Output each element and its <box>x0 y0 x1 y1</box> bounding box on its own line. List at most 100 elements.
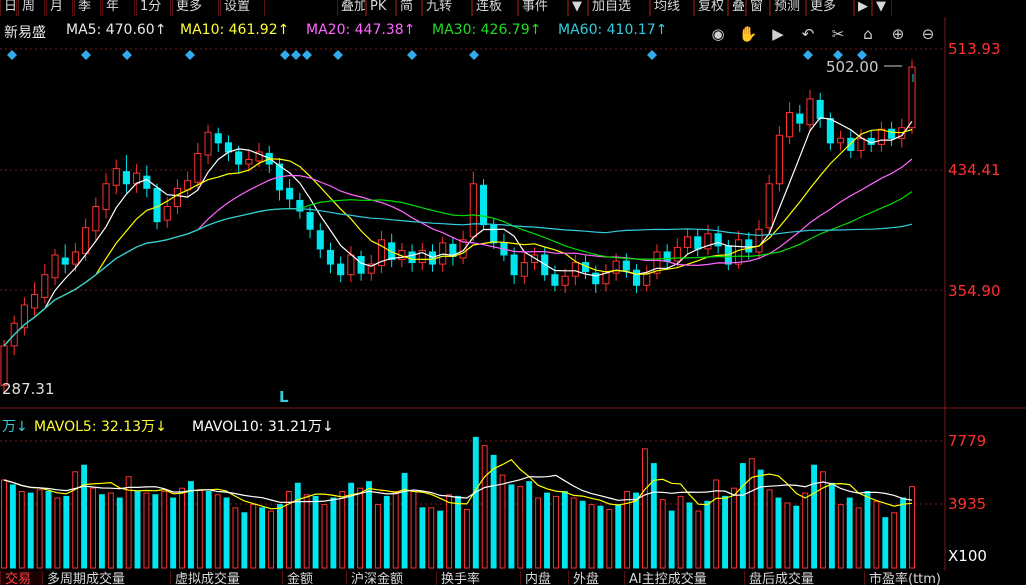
period-tab-3[interactable]: 季 <box>74 0 101 16</box>
volume-bar <box>45 490 52 569</box>
period-tab-2[interactable]: 月 <box>46 0 73 16</box>
candle-body <box>694 236 702 250</box>
volume-bar <box>9 484 16 569</box>
toolbar-tab-11[interactable]: 窗 <box>746 0 770 16</box>
candle-body <box>92 205 100 232</box>
volume-bar <box>775 497 782 569</box>
candle-body <box>71 251 79 265</box>
event-marker-3 <box>185 50 195 60</box>
toolbar-tab-15[interactable]: ▼ <box>872 0 892 16</box>
volume-bar <box>526 481 533 569</box>
event-marker-5 <box>291 50 301 60</box>
volume-bar <box>81 464 88 569</box>
volume-bar <box>695 510 702 569</box>
toolbar-tab-3[interactable]: 九转 <box>422 0 472 16</box>
undo-icon[interactable]: ↶ <box>798 24 818 44</box>
candle-body <box>663 251 671 262</box>
toolbar-tab-7[interactable]: 加自选 <box>588 0 650 16</box>
indicator-tab-6[interactable]: 内盘 <box>520 571 568 585</box>
volume-bar <box>54 497 61 569</box>
volume-bar <box>873 500 880 569</box>
toolbar-tab-5[interactable]: 事件 <box>518 0 568 16</box>
toolbar-tab-12[interactable]: 预测 <box>770 0 806 16</box>
period-tab-7[interactable]: 设置 <box>220 0 265 16</box>
indicator-tab-1[interactable]: 多周期成交量 <box>42 571 170 585</box>
play-icon[interactable]: ▶ <box>768 24 788 44</box>
volume-bar <box>63 495 70 569</box>
hand-icon[interactable]: ✋ <box>738 24 758 44</box>
kline-chart[interactable] <box>0 0 1026 585</box>
candle-body <box>377 239 386 267</box>
candle-body <box>592 272 600 285</box>
volume-bar <box>766 489 773 569</box>
volume-bar <box>277 504 283 569</box>
candle-body <box>153 187 161 223</box>
volume-bar <box>846 497 853 569</box>
indicator-tab-8[interactable]: AI主控成交量 <box>624 571 744 585</box>
toolbar-tab-1[interactable]: PK <box>366 0 396 16</box>
period-tab-1[interactable]: 周 <box>18 0 45 16</box>
volume-bar <box>668 510 675 569</box>
candle-body <box>765 183 773 229</box>
volume-bar <box>686 502 693 569</box>
candle-body <box>143 175 151 189</box>
volume-bar <box>820 471 826 569</box>
volume-bar <box>214 494 221 569</box>
indicator-tab-4[interactable]: 沪深金额 <box>346 571 436 585</box>
indicator-tab-7[interactable]: 外盘 <box>568 571 624 585</box>
toolbar-tab-6[interactable]: ▼ <box>568 0 588 16</box>
period-tab-0[interactable]: 日 <box>0 0 17 16</box>
volume-bar <box>606 508 613 569</box>
volume-bar <box>900 497 907 569</box>
toolbar-tab-10[interactable]: 叠 <box>728 0 746 16</box>
vol-label: 万↓ <box>2 419 28 435</box>
volume-bar <box>588 504 595 569</box>
candle-body <box>704 233 712 250</box>
volume-bar <box>615 504 622 569</box>
volume-bar <box>855 507 862 569</box>
indicator-tab-9[interactable]: 盘后成交量 <box>744 571 864 585</box>
candle-body <box>581 262 590 273</box>
period-tab-5[interactable]: 1分 <box>136 0 171 16</box>
volume-bar <box>757 469 764 569</box>
candle-body <box>847 137 855 151</box>
zoom-out-icon[interactable]: ⊖ <box>918 24 938 44</box>
toolbar-tab-9[interactable]: 复权 <box>694 0 728 16</box>
period-tab-6[interactable]: 更多 <box>172 0 219 16</box>
eye-icon[interactable]: ◉ <box>708 24 728 44</box>
candle-body <box>786 112 794 138</box>
volume-bar <box>597 505 604 569</box>
ma60-label: MA60: 410.17↑ <box>558 22 668 38</box>
volume-bar <box>828 482 835 569</box>
indicator-tab-5[interactable]: 换手率 <box>436 571 520 585</box>
zoom-in-icon[interactable]: ⊕ <box>888 24 908 44</box>
volume-bar <box>348 482 355 569</box>
volume-bar <box>499 474 506 569</box>
indicator-tab-2[interactable]: 虚拟成交量 <box>170 571 282 585</box>
candle-body <box>194 152 202 183</box>
toolbar-tab-8[interactable]: 均线 <box>650 0 694 16</box>
indicator-tab-0[interactable]: 交易 <box>0 571 42 585</box>
volume-bar <box>268 510 275 569</box>
ma20-line <box>3 158 913 347</box>
period-tab-4[interactable]: 年 <box>102 0 135 16</box>
candle-body <box>683 236 692 248</box>
lock-icon[interactable]: ⌂ <box>858 24 878 44</box>
volume-bar <box>428 507 435 569</box>
scissors-icon[interactable]: ✂ <box>828 24 848 44</box>
indicator-tab-3[interactable]: 金额 <box>282 571 346 585</box>
candle-body <box>112 168 120 186</box>
candle-body <box>214 133 222 144</box>
indicator-tab-10[interactable]: 市盈率(ttm) <box>864 571 964 585</box>
toolbar-tab-14[interactable]: ▶ <box>854 0 872 16</box>
volume-bar <box>481 445 488 569</box>
volume-bar <box>579 500 586 569</box>
toolbar-tab-13[interactable]: 更多 <box>806 0 854 16</box>
toolbar-tab-4[interactable]: 连板 <box>472 0 518 16</box>
candle-body <box>530 254 539 264</box>
mavol10-label: MAVOL10: 31.21万↓ <box>192 419 334 435</box>
toolbar-tab-0[interactable]: 叠加 <box>337 0 366 16</box>
toolbar-tab-2[interactable]: 简 <box>396 0 422 16</box>
candle-body <box>245 159 253 165</box>
candle-body <box>479 184 488 226</box>
